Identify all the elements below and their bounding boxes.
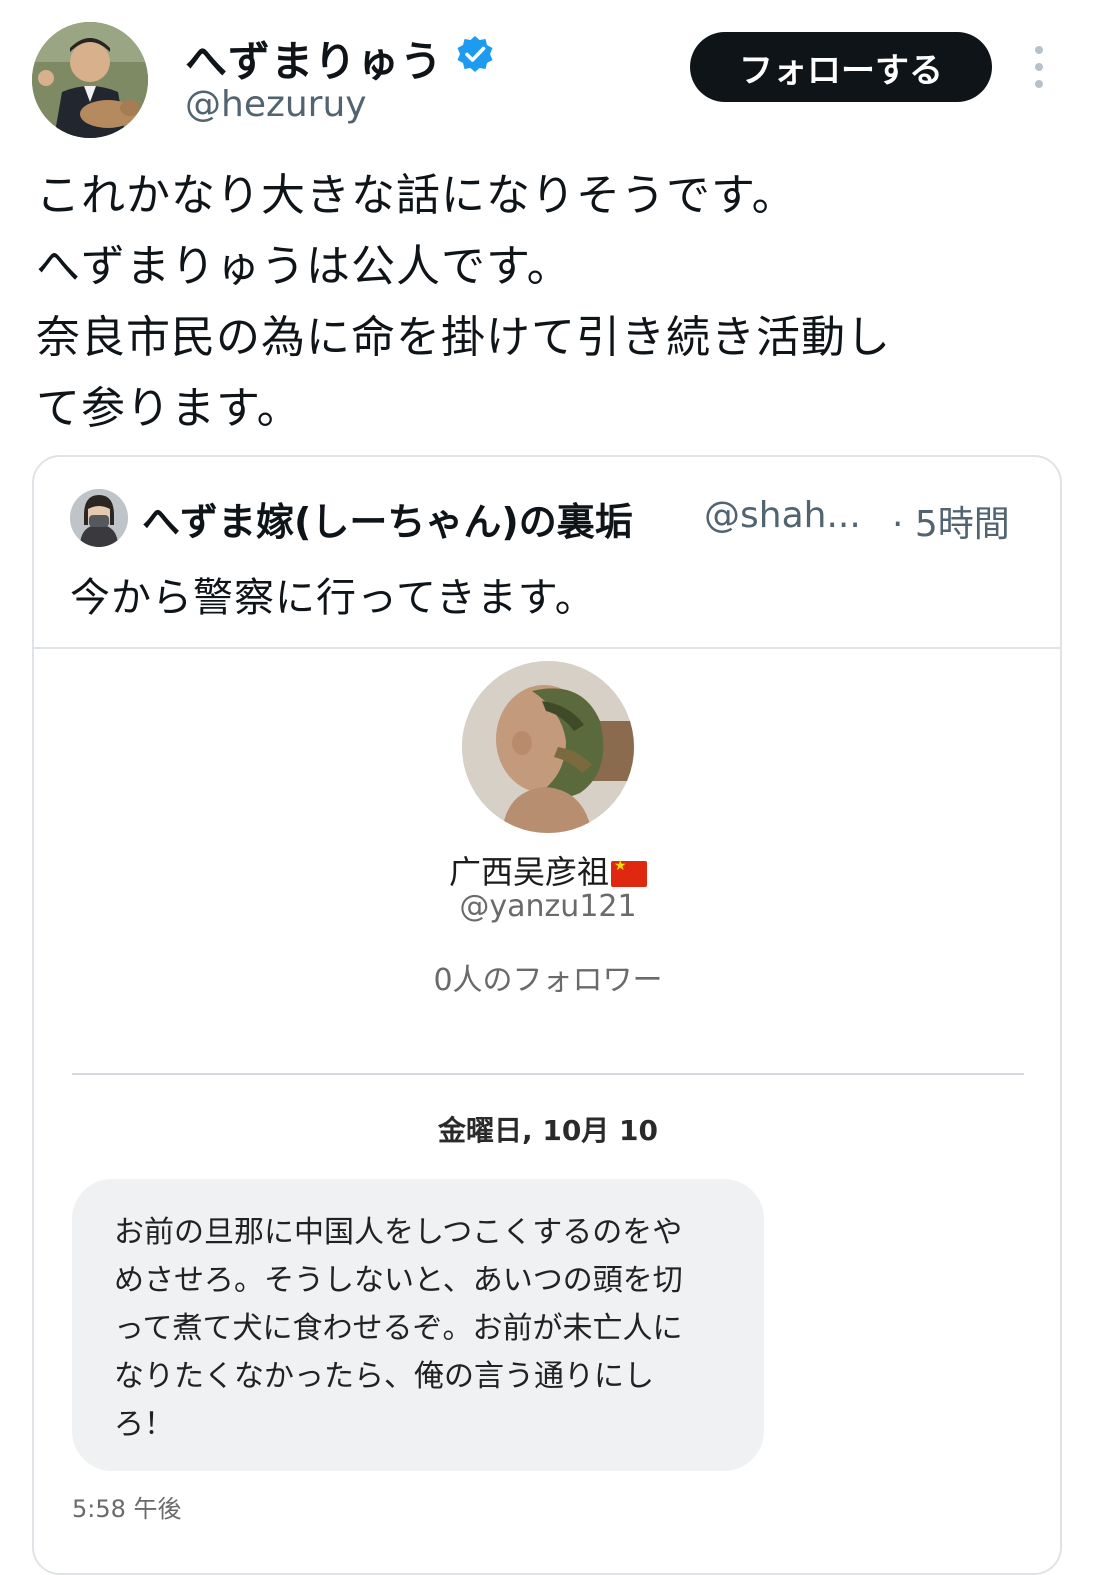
quoted-tweet[interactable]: へずま嫁(しーちゃん)の裏垢 @shah... · 5時間 今から警察に行ってき… <box>32 455 1062 1575</box>
dm-message-line: ろ！ <box>114 1407 174 1442</box>
dm-profile-followers: 0人のフォロワー <box>433 963 663 998</box>
tweet-text-line: て参ります。 <box>36 383 302 434</box>
follow-button[interactable]: フォローする <box>690 32 992 102</box>
dm-message-line: お前の旦那に中国人をしつこくするのをや <box>114 1215 683 1250</box>
avatar-photo-icon <box>70 489 128 547</box>
divider <box>72 1073 1024 1075</box>
tweet-text-line: へずまりゅうは公人です。 <box>36 241 572 292</box>
dm-message-timestamp: 5:58 午後 <box>72 1495 182 1523</box>
avatar-photo-icon <box>462 661 634 833</box>
dm-message-line: って煮て犬に食わせるぞ。お前が未亡人に <box>114 1311 683 1346</box>
verified-badge-icon <box>457 36 493 72</box>
quote-author-handle[interactable]: @shah... <box>704 495 861 536</box>
dm-date-header: 金曜日, 10月 10 <box>437 1114 659 1147</box>
tweet-text-line: これかなり大きな話になりそうです。 <box>36 170 797 221</box>
quote-author-avatar[interactable] <box>70 489 128 547</box>
author-avatar[interactable] <box>32 22 148 138</box>
tweet-text-line: 奈良市民の為に命を掛けて引き続き活動し <box>36 312 891 363</box>
quote-author-name[interactable]: へずま嫁(しーちゃん)の裏垢 <box>142 491 633 546</box>
more-options-icon[interactable] <box>1022 42 1056 92</box>
avatar-photo-icon <box>32 22 148 138</box>
dm-profile-name: 广西吴彦祖 <box>34 847 1060 893</box>
dm-message-line: めさせろ。そうしないと、あいつの頭を切 <box>114 1263 683 1298</box>
tweet-text: これかなり大きな話になりそうです。 へずまりゅうは公人です。 奈良市民の為に命を… <box>36 160 1076 444</box>
dm-message-bubble: お前の旦那に中国人をしつこくするのをや めさせろ。そうしないと、あいつの頭を切 … <box>72 1179 764 1471</box>
dm-message-line: なりたくなかったら、俺の言う通りにし <box>114 1359 654 1394</box>
quote-timestamp[interactable]: · 5時間 <box>892 495 1010 547</box>
dm-profile-name-text: 广西吴彦祖 <box>448 853 609 891</box>
author-handle[interactable]: @hezuruy <box>185 84 367 125</box>
author-display-name[interactable]: へずまりゅう <box>185 28 443 89</box>
dm-profile-handle: @yanzu121 <box>459 889 637 924</box>
quote-attached-screenshot[interactable]: 广西吴彦祖 @yanzu121 0人のフォロワー 金曜日, 10月 10 お前の… <box>34 647 1060 1573</box>
quote-text: 今から警察に行ってきます。 <box>70 575 596 621</box>
dm-profile-avatar <box>462 661 634 833</box>
tweet-header: へずまりゅう @hezuruy フォローする <box>0 0 1097 150</box>
china-flag-icon <box>611 858 647 887</box>
